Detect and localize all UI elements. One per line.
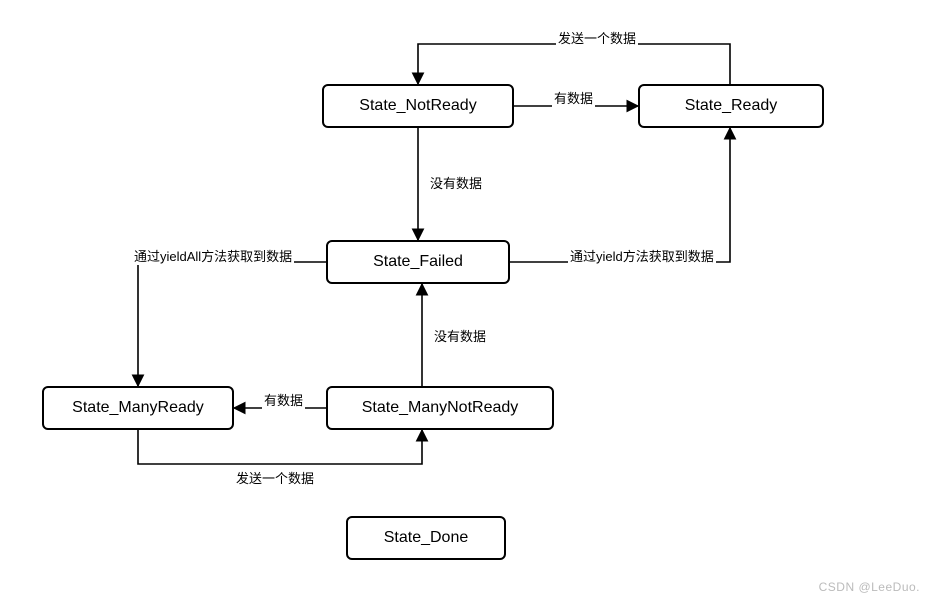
- node-label: State_Failed: [373, 253, 463, 271]
- watermark: CSDN @LeeDuo.: [819, 580, 920, 594]
- edge-label-failed-to-ready: 通过yield方法获取到数据: [568, 246, 716, 265]
- edge-label-failed-to-manyready: 通过yieldAll方法获取到数据: [132, 246, 294, 265]
- edge-ready-to-notready: [418, 44, 730, 84]
- edge-label-notready-to-ready: 有数据: [552, 88, 595, 107]
- edge-label-notready-to-failed: 没有数据: [428, 173, 484, 192]
- edge-manyready-to-manynotready: [138, 430, 422, 464]
- edge-failed-to-manyready: [138, 262, 326, 386]
- edge-label-manyready-to-manynotready: 发送一个数据: [234, 468, 316, 487]
- node-state-not-ready: State_NotReady: [322, 84, 514, 128]
- node-label: State_NotReady: [359, 97, 476, 115]
- node-label: State_Ready: [685, 97, 778, 115]
- node-state-failed: State_Failed: [326, 240, 510, 284]
- node-state-many-not-ready: State_ManyNotReady: [326, 386, 554, 430]
- diagram-canvas: State_NotReady State_Ready State_Failed …: [0, 0, 930, 602]
- edge-failed-to-ready: [510, 128, 730, 262]
- edge-label-ready-to-notready: 发送一个数据: [556, 28, 638, 47]
- node-label: State_Done: [384, 529, 469, 547]
- edge-label-manynotready-to-failed: 没有数据: [432, 326, 488, 345]
- node-label: State_ManyNotReady: [362, 399, 519, 417]
- node-state-many-ready: State_ManyReady: [42, 386, 234, 430]
- node-state-ready: State_Ready: [638, 84, 824, 128]
- node-state-done: State_Done: [346, 516, 506, 560]
- edge-label-manynotready-to-manyready: 有数据: [262, 390, 305, 409]
- node-label: State_ManyReady: [72, 399, 204, 417]
